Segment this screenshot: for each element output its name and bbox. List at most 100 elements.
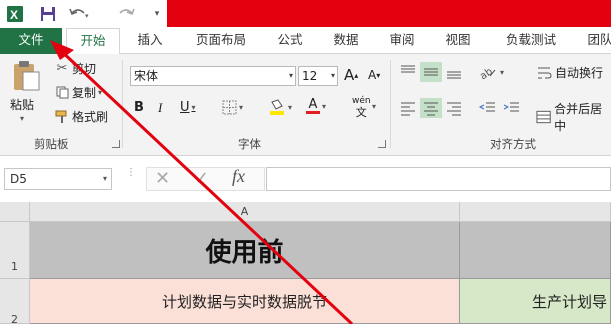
customize-quick-access-icon[interactable]: ▾ xyxy=(150,4,164,24)
chevron-down-icon: ▾ xyxy=(322,101,327,111)
tab-load-test[interactable]: 负载测试 xyxy=(494,28,568,54)
select-all-button[interactable] xyxy=(0,202,30,222)
tab-home[interactable]: 开始 xyxy=(66,28,120,55)
align-top-button[interactable] xyxy=(398,62,418,82)
group-divider xyxy=(122,60,123,148)
copy-dropdown-icon: ▾ xyxy=(98,88,103,97)
caret-down-icon: ▾ xyxy=(376,70,381,80)
alignment-group-label: 对齐方式 xyxy=(490,137,536,151)
tab-view[interactable]: 视图 xyxy=(436,28,480,54)
bold-button[interactable]: B xyxy=(134,100,144,115)
cut-button[interactable]: ✂ 剪切 xyxy=(54,60,96,77)
font-size-select[interactable]: 12 ▾ xyxy=(298,66,338,86)
name-box-value: D5 xyxy=(10,172,27,186)
format-painter-button[interactable]: 格式刷 xyxy=(54,108,108,125)
underline-button[interactable]: U ▾ xyxy=(180,100,196,115)
group-divider xyxy=(390,60,391,148)
chevron-down-icon: ▾ xyxy=(330,71,335,80)
formula-input[interactable] xyxy=(266,167,611,191)
caret-up-icon: ▴ xyxy=(354,70,359,80)
orientation-icon: ab xyxy=(478,66,496,82)
paste-button[interactable]: 粘贴 xyxy=(10,96,34,113)
title-banner xyxy=(167,0,611,27)
chevron-down-icon: ▾ xyxy=(500,67,505,77)
wrap-text-label: 自动换行 xyxy=(555,66,604,80)
cell-a1[interactable]: 使用前 xyxy=(30,222,460,279)
font-color-icon: A xyxy=(306,98,320,114)
increase-indent-button[interactable] xyxy=(502,98,522,118)
chevron-down-icon: ▾ xyxy=(191,103,196,112)
copy-icon xyxy=(54,86,70,99)
tab-file[interactable]: 文件 xyxy=(0,28,62,54)
decrease-font-button[interactable]: A ▾ xyxy=(368,68,380,82)
font-color-button[interactable]: A ▾ xyxy=(306,98,326,114)
increase-indent-icon xyxy=(503,102,519,112)
align-bottom-icon xyxy=(447,71,461,79)
tab-data[interactable]: 数据 xyxy=(324,28,368,54)
copy-button[interactable]: 复制 ▾ xyxy=(54,84,102,101)
svg-text:X: X xyxy=(10,8,18,22)
svg-text:▾: ▾ xyxy=(85,12,89,20)
align-bottom-button[interactable] xyxy=(444,62,464,82)
align-left-button[interactable] xyxy=(398,98,418,118)
font-name-select[interactable]: 宋体 ▾ xyxy=(130,66,296,86)
cancel-icon[interactable]: ✕ xyxy=(155,168,170,189)
phonetic-button[interactable]: wén 文 xyxy=(352,96,371,118)
fill-color-button[interactable]: ▾ xyxy=(268,98,292,116)
align-top-icon xyxy=(401,65,415,73)
fill-color-icon xyxy=(268,98,286,116)
align-left-icon xyxy=(401,102,415,116)
cell-b1[interactable] xyxy=(460,222,611,279)
cell-b2[interactable]: 生产计划导 xyxy=(460,279,611,324)
column-header-a[interactable]: A xyxy=(30,202,460,222)
copy-label: 复制 xyxy=(72,86,97,100)
column-header-b[interactable] xyxy=(460,202,611,222)
enter-icon[interactable]: ✓ xyxy=(194,168,209,189)
wrap-text-button[interactable]: 自动换行 xyxy=(536,64,603,81)
tab-review[interactable]: 审阅 xyxy=(380,28,424,54)
underline-label: U xyxy=(180,100,190,115)
paste-dropdown-icon[interactable]: ▾ xyxy=(20,114,24,123)
redo-icon[interactable] xyxy=(110,4,140,24)
tab-page-layout[interactable]: 页面布局 xyxy=(182,28,260,54)
increase-font-button[interactable]: A ▴ xyxy=(344,66,358,84)
orientation-button[interactable]: ab ▾ xyxy=(478,62,504,82)
decrease-indent-button[interactable] xyxy=(478,98,498,118)
increase-font-label: A xyxy=(344,66,355,84)
merge-center-icon xyxy=(536,110,551,124)
borders-icon xyxy=(222,100,237,115)
paste-icon[interactable] xyxy=(8,58,44,94)
name-box[interactable]: D5 ▾ xyxy=(4,168,112,190)
decrease-indent-icon xyxy=(478,102,495,112)
align-middle-icon xyxy=(424,68,438,76)
title-bar: X ▾ ▾ xyxy=(0,0,611,28)
format-painter-icon xyxy=(54,110,70,124)
insert-function-icon[interactable]: fx xyxy=(232,166,245,187)
borders-button[interactable]: ▾ xyxy=(222,100,243,115)
align-center-button[interactable] xyxy=(420,98,442,118)
merge-center-button[interactable]: 合并后居中 xyxy=(536,100,611,134)
format-painter-label: 格式刷 xyxy=(72,110,109,124)
align-middle-button[interactable] xyxy=(420,62,442,82)
phonetic-dropdown-icon[interactable]: ▾ xyxy=(372,102,376,111)
undo-icon[interactable]: ▾ xyxy=(66,4,92,24)
worksheet: A 1 2 使用前 计划数据与实时数据脱节 生产计划导 xyxy=(0,202,611,324)
tab-insert[interactable]: 插入 xyxy=(130,28,170,54)
save-icon[interactable] xyxy=(38,4,58,24)
formula-bar: D5 ▾ ⋮ ✕ ✓ fx xyxy=(0,156,611,202)
font-group-label: 字体 xyxy=(238,137,261,151)
align-right-button[interactable] xyxy=(444,98,464,118)
row-header-1[interactable]: 1 xyxy=(0,222,30,279)
clipboard-group-label: 剪贴板 xyxy=(34,137,69,151)
italic-button[interactable]: I xyxy=(158,100,162,116)
cell-a2[interactable]: 计划数据与实时数据脱节 xyxy=(30,279,460,324)
row-header-2[interactable]: 2 xyxy=(0,279,30,324)
phonetic-bottom-label: 文 xyxy=(355,106,367,119)
drag-handle-icon[interactable]: ⋮ xyxy=(126,168,136,188)
tab-formulas[interactable]: 公式 xyxy=(268,28,312,54)
font-launcher-icon[interactable] xyxy=(378,140,386,148)
align-right-icon xyxy=(447,102,461,116)
clipboard-launcher-icon[interactable] xyxy=(112,140,120,148)
tab-team[interactable]: 团队 xyxy=(580,28,611,54)
svg-text:ab: ab xyxy=(478,66,495,82)
